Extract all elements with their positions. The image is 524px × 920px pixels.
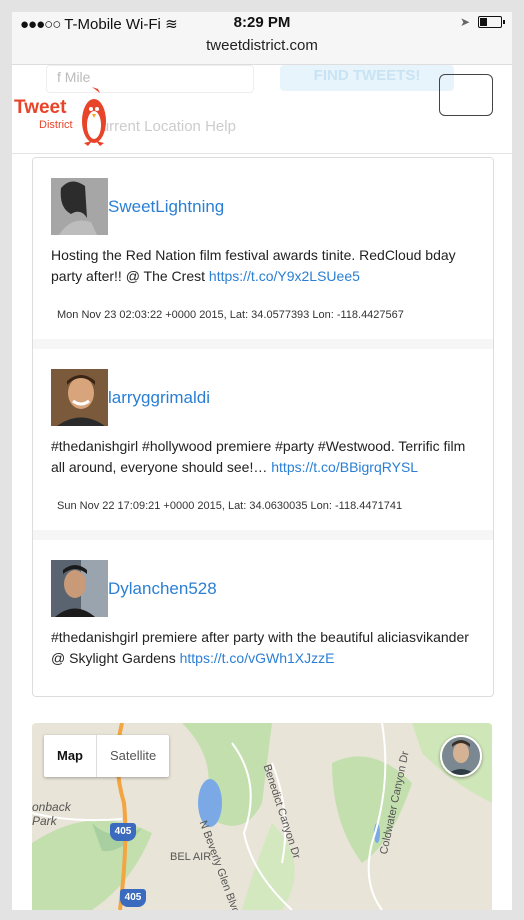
logo[interactable]: Tweet District <box>14 85 114 147</box>
tweet-username[interactable]: larryggrimaldi <box>108 388 210 408</box>
tweet-feed[interactable]: SweetLightning Hosting the Red Nation fi… <box>32 157 494 697</box>
tweet-meta: Mon Nov 23 02:03:22 +0000 2015, Lat: 34.… <box>57 309 404 321</box>
map-type-satellite-button[interactable]: Satellite <box>97 735 169 777</box>
map-label-park: Park <box>32 814 57 828</box>
map-avatar-marker[interactable] <box>440 735 482 777</box>
tweet-meta: Sun Nov 22 17:09:21 +0000 2015, Lat: 34.… <box>57 500 403 512</box>
phone-screen: ●●●○○ T-Mobile Wi-Fi ≋ 8:29 PM ➤ tweetdi… <box>12 12 512 910</box>
map-view[interactable]: Map Satellite onback Park BEL AIR N Beve… <box>32 723 492 910</box>
map-label-onback: onback <box>32 800 71 814</box>
url-text: tweetdistrict.com <box>206 37 318 54</box>
tweet-text: #thedanishgirl premiere after party with… <box>51 627 475 669</box>
url-bar[interactable]: tweetdistrict.com <box>12 34 512 65</box>
tweet-link[interactable]: https://t.co/Y9x2LSUee5 <box>209 268 360 284</box>
navbar: f Mile FIND TWEETS! Current Location Hel… <box>12 65 512 154</box>
tweet-card: larryggrimaldi #thedanishgirl #hollywood… <box>33 339 493 530</box>
tweet-link[interactable]: https://t.co/vGWh1XJzzE <box>180 650 335 666</box>
tweet-text: #thedanishgirl #hollywood premiere #part… <box>51 436 475 478</box>
highway-405-shield: 405 <box>110 823 136 841</box>
tweet-username[interactable]: Dylanchen528 <box>108 579 217 599</box>
highway-405-shield: 405 <box>120 889 146 907</box>
avatar <box>51 178 108 235</box>
tweet-header: larryggrimaldi <box>51 349 475 426</box>
status-bar: ●●●○○ T-Mobile Wi-Fi ≋ 8:29 PM ➤ <box>12 12 512 34</box>
map-type-map-button[interactable]: Map <box>44 735 97 777</box>
tweet-card: SweetLightning Hosting the Red Nation fi… <box>33 158 493 339</box>
avatar <box>51 369 108 426</box>
avatar <box>51 560 108 617</box>
map-type-toggle: Map Satellite <box>44 735 170 777</box>
tweet-header: Dylanchen528 <box>51 540 475 617</box>
clock: 8:29 PM <box>233 14 291 31</box>
battery-icon <box>478 16 505 28</box>
status-right: ➤ <box>459 15 505 29</box>
tweet-text: Hosting the Red Nation film festival awa… <box>51 245 475 287</box>
tweet-username[interactable]: SweetLightning <box>108 197 224 217</box>
menu-toggle-button[interactable] <box>439 74 493 116</box>
map-label-bel-air: BEL AIR <box>170 851 212 863</box>
tweet-card: Dylanchen528 #thedanishgirl premiere aft… <box>33 530 493 669</box>
location-arrow-icon: ➤ <box>459 15 470 29</box>
tweet-header: SweetLightning <box>51 158 475 235</box>
avatar <box>442 737 480 775</box>
logo-subtitle: District <box>39 119 73 131</box>
find-tweets-button-ghost: FIND TWEETS! <box>280 65 454 91</box>
tweet-link[interactable]: https://t.co/BBigrqRYSL <box>271 459 418 475</box>
logo-word: Tweet <box>14 97 67 118</box>
